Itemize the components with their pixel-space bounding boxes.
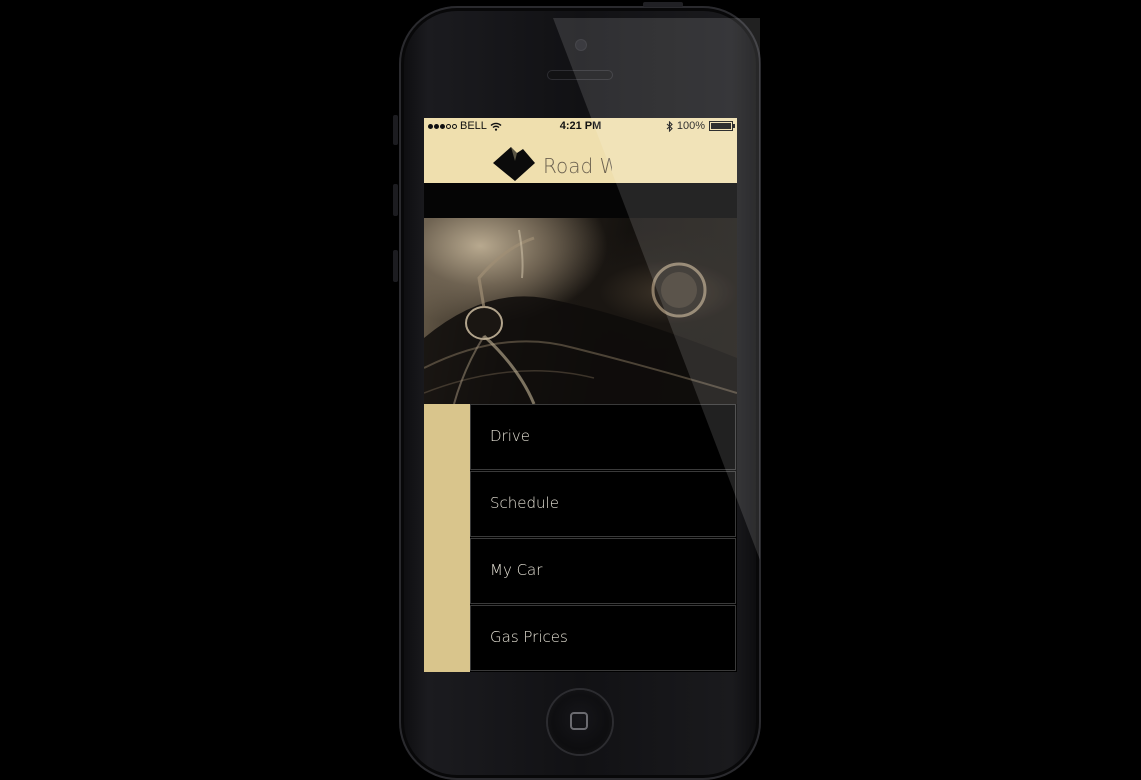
app-header: Road W — [424, 135, 737, 183]
status-bar: BELL 4:21 PM 100% — [424, 118, 737, 135]
volume-down-button[interactable] — [393, 250, 398, 282]
menu-item-label: My Car — [490, 561, 543, 579]
mute-switch[interactable] — [393, 115, 398, 145]
road-logo-icon — [493, 147, 535, 181]
battery-percent: 100% — [676, 120, 705, 132]
menu-item-drive[interactable]: Drive — [470, 404, 736, 470]
car-illustration — [424, 229, 737, 404]
menu-item-label: Drive — [490, 427, 530, 445]
menu-item-label: Schedule — [490, 494, 559, 512]
menu-item-gas-prices[interactable]: Gas Prices — [470, 605, 736, 671]
app-title: Road W — [543, 154, 612, 178]
volume-up-button[interactable] — [393, 184, 398, 216]
menu-item-label: Gas Prices — [490, 628, 568, 646]
menu-item-schedule[interactable]: Schedule — [470, 471, 736, 537]
main-menu: Drive Schedule My Car Gas Prices — [424, 404, 737, 672]
status-right: 100% — [666, 120, 735, 132]
front-camera — [576, 40, 586, 50]
bluetooth-icon — [666, 120, 673, 132]
menu-accent-bar — [424, 404, 470, 672]
hero-image-vintage-car — [424, 218, 737, 404]
earpiece-speaker — [548, 71, 612, 79]
home-square-icon — [570, 712, 588, 730]
battery-icon — [709, 121, 735, 131]
header-divider — [424, 183, 737, 218]
phone-screen: BELL 4:21 PM 100% Road W Drive Schedule … — [424, 118, 737, 672]
power-button[interactable] — [643, 2, 683, 7]
home-button[interactable] — [548, 690, 612, 754]
menu-item-my-car[interactable]: My Car — [470, 538, 736, 604]
